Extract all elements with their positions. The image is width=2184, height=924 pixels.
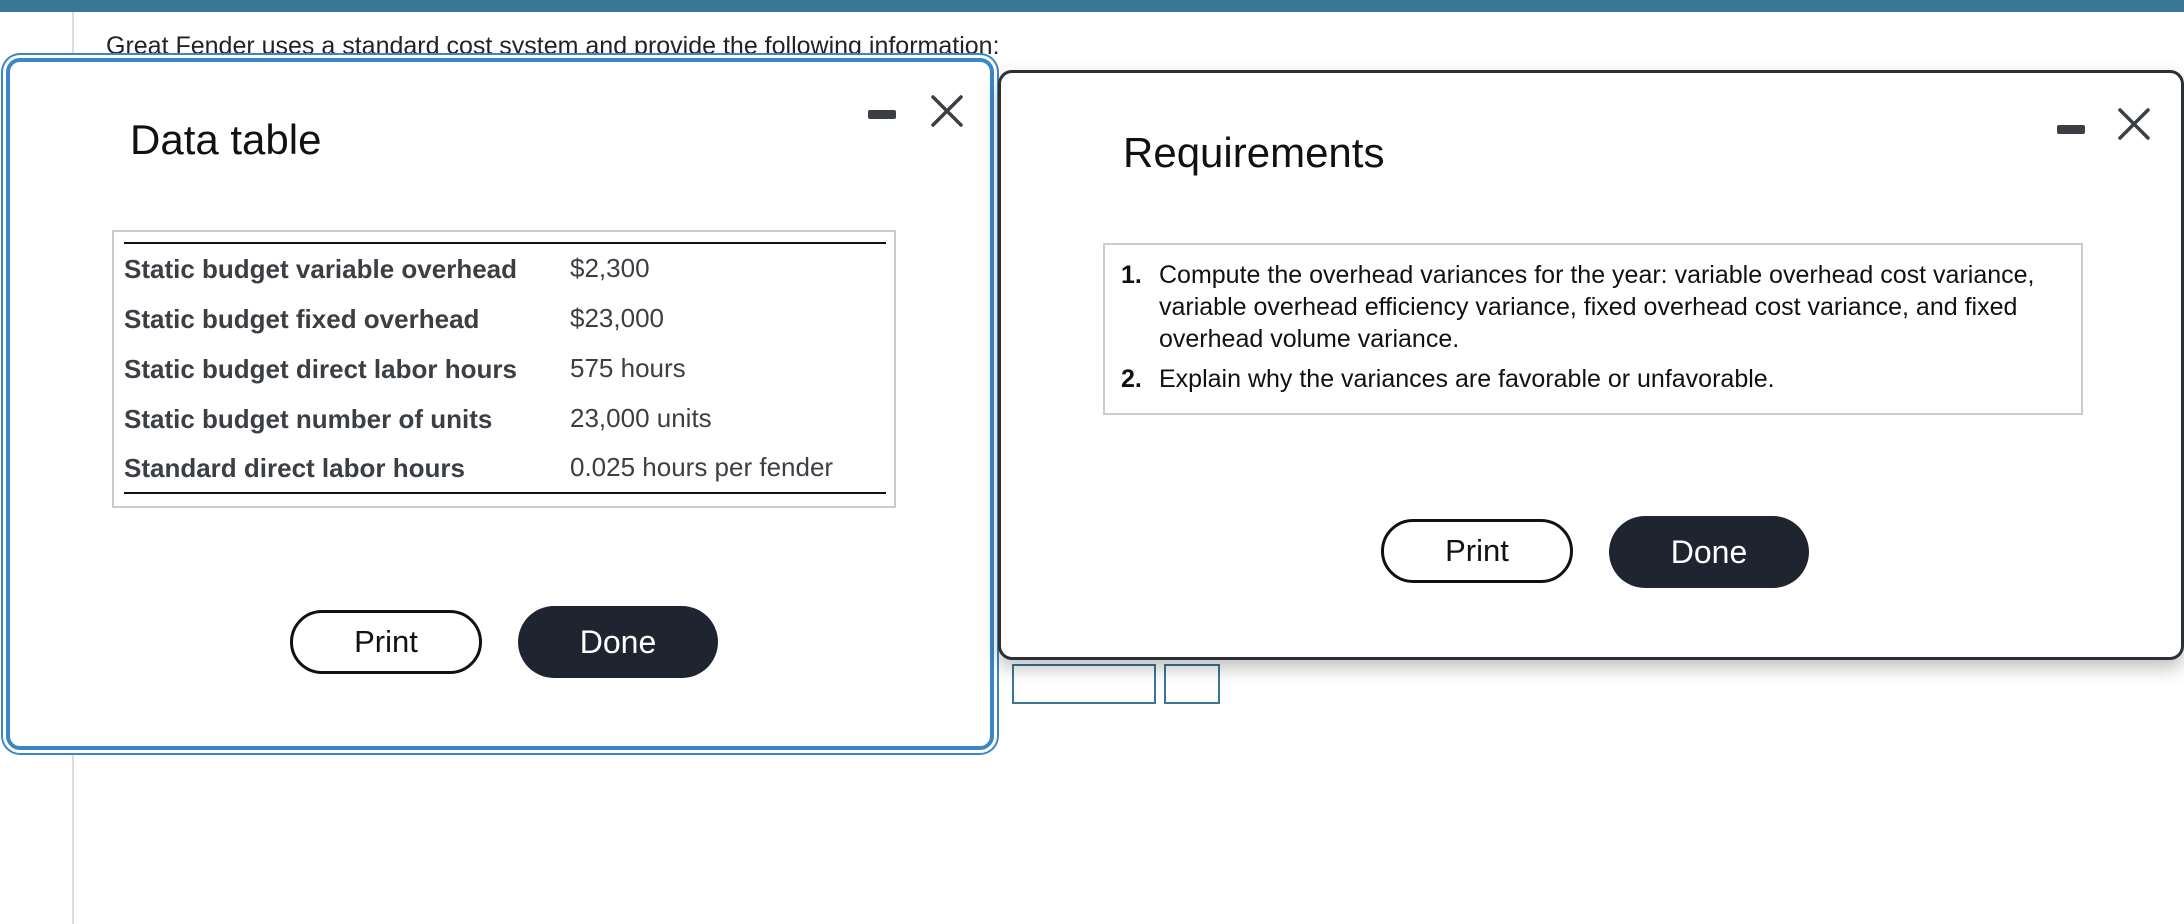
row-label: Static budget variable overhead — [124, 242, 570, 293]
data-table-dialog: Data table Static budget variable overhe… — [6, 58, 994, 750]
row-value: $2,300 — [570, 242, 886, 293]
minimize-icon[interactable] — [868, 110, 896, 119]
data-table-container: Static budget variable overhead $2,300 S… — [112, 230, 896, 508]
close-icon[interactable] — [2117, 107, 2151, 141]
requirements-dialog: Requirements 1. Compute the overhead var… — [998, 70, 2184, 660]
dialog-title: Data table — [130, 116, 322, 163]
close-icon[interactable] — [930, 94, 964, 128]
item-number: 2. — [1121, 365, 1142, 393]
row-label: Static budget fixed overhead — [124, 303, 480, 334]
row-label: Static budget direct labor hours — [124, 353, 517, 384]
answer-input-box[interactable] — [1012, 664, 1156, 704]
dialog-title: Requirements — [1123, 129, 1385, 176]
table-row: Static budget variable overhead $2,300 — [124, 242, 886, 293]
table-row: Static budget number of units 23,000 uni… — [124, 393, 886, 443]
row-label: Static budget number of units — [124, 403, 493, 434]
answer-input-box-small[interactable] — [1164, 664, 1220, 704]
table-row: Static budget direct labor hours 575 hou… — [124, 343, 886, 393]
question-intro-text: Great Fender uses a standard cost system… — [106, 32, 1000, 60]
list-item: 1. Compute the overhead variances for th… — [1121, 259, 2061, 355]
print-button[interactable]: Print — [290, 610, 482, 674]
requirements-list: 1. Compute the overhead variances for th… — [1121, 259, 2061, 403]
done-button[interactable]: Done — [1609, 516, 1809, 588]
row-value: 23,000 units — [570, 402, 712, 433]
top-header-bar — [0, 0, 2184, 12]
list-item: 2. Explain why the variances are favorab… — [1121, 363, 2061, 395]
table-row: Standard direct labor hours 0.025 hours … — [124, 443, 886, 494]
item-text: Explain why the variances are favorable … — [1159, 365, 1775, 393]
minimize-icon[interactable] — [2057, 125, 2085, 134]
data-table: Static budget variable overhead $2,300 S… — [124, 242, 886, 494]
row-value: $23,000 — [570, 302, 664, 333]
table-row: Static budget fixed overhead $23,000 — [124, 293, 886, 343]
done-button[interactable]: Done — [518, 606, 718, 678]
requirements-list-container: 1. Compute the overhead variances for th… — [1103, 243, 2083, 415]
item-text: Compute the overhead variances for the y… — [1159, 261, 2035, 353]
print-button[interactable]: Print — [1381, 519, 1573, 583]
row-value: 0.025 hours per fender — [570, 443, 886, 494]
row-label: Standard direct labor hours — [124, 443, 570, 494]
item-number: 1. — [1121, 261, 1142, 289]
row-value: 575 hours — [570, 352, 686, 383]
